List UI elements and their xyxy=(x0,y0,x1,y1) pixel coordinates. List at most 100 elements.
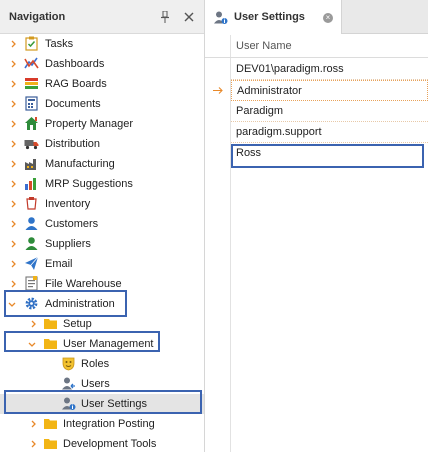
nav-item-manufacturing[interactable]: Manufacturing xyxy=(0,154,204,174)
user-settings-icon xyxy=(213,10,228,25)
nav-item-label: Development Tools xyxy=(63,438,157,450)
nav-item-dashboards[interactable]: Dashboards xyxy=(0,54,204,74)
navigation-tree: Tasks Dashboards RAG Boards Documents Pr… xyxy=(0,34,204,452)
nav-item-mrp-suggestions[interactable]: MRP Suggestions xyxy=(0,174,204,194)
nav-item-setup[interactable]: Setup xyxy=(0,314,204,334)
nav-item-users[interactable]: Users xyxy=(0,374,204,394)
dashboards-icon xyxy=(24,56,39,71)
nav-item-label: RAG Boards xyxy=(45,78,107,90)
file-warehouse-icon xyxy=(24,276,39,291)
table-row[interactable]: paradigm.support xyxy=(231,122,428,143)
chevron-right-icon[interactable] xyxy=(9,214,17,234)
chevron-right-icon[interactable] xyxy=(29,434,37,452)
nav-item-suppliers[interactable]: Suppliers xyxy=(0,234,204,254)
chevron-right-icon[interactable] xyxy=(29,414,37,434)
tasks-icon xyxy=(24,36,39,51)
user-name-cell[interactable]: Administrator xyxy=(237,81,302,101)
mrp-suggestions-icon xyxy=(24,176,39,191)
nav-item-label: Manufacturing xyxy=(45,158,115,170)
nav-item-user-settings[interactable]: User Settings xyxy=(0,394,204,414)
column-header-user-name[interactable]: User Name xyxy=(236,35,292,58)
manufacturing-icon xyxy=(24,156,39,171)
nav-item-inventory[interactable]: Inventory xyxy=(0,194,204,214)
tab-user-settings[interactable]: User Settings × xyxy=(205,0,342,34)
grid-header: User Name xyxy=(205,35,428,58)
inventory-icon xyxy=(24,196,39,211)
chevron-right-icon[interactable] xyxy=(9,254,17,274)
document-area: User Settings × User Name DEV01\paradigm… xyxy=(205,0,428,452)
rag-boards-icon xyxy=(24,76,39,91)
nav-item-documents[interactable]: Documents xyxy=(0,94,204,114)
user-settings-icon xyxy=(61,396,76,411)
distribution-icon xyxy=(24,136,39,151)
nav-item-email[interactable]: Email xyxy=(0,254,204,274)
nav-item-label: Roles xyxy=(81,358,110,370)
email-icon xyxy=(24,256,39,271)
nav-item-label: Inventory xyxy=(45,198,91,210)
chevron-right-icon[interactable] xyxy=(9,194,17,214)
chevron-right-icon[interactable] xyxy=(9,94,17,114)
nav-item-label: Users xyxy=(81,378,110,390)
nav-item-label: MRP Suggestions xyxy=(45,178,133,190)
nav-item-label: Property Manager xyxy=(45,118,134,130)
gear-icon xyxy=(24,296,39,311)
user-settings-grid: User Name DEV01\paradigm.ross Administra… xyxy=(205,35,428,452)
nav-item-label: Dashboards xyxy=(45,58,105,70)
nav-item-development-tools[interactable]: Development Tools xyxy=(0,434,204,452)
nav-item-label: Integration Posting xyxy=(63,418,155,430)
nav-item-file-warehouse[interactable]: File Warehouse xyxy=(0,274,204,294)
chevron-right-icon[interactable] xyxy=(9,234,17,254)
user-name-cell[interactable]: Paradigm xyxy=(236,101,283,121)
close-icon[interactable] xyxy=(180,8,198,26)
customers-icon xyxy=(24,216,39,231)
nav-item-label: Distribution xyxy=(45,138,101,150)
nav-item-property-manager[interactable]: Property Manager xyxy=(0,114,204,134)
close-tab-icon[interactable]: × xyxy=(323,13,333,23)
nav-item-user-management[interactable]: User Management xyxy=(0,334,204,354)
table-row[interactable]: Paradigm xyxy=(231,101,428,122)
nav-item-label: Customers xyxy=(45,218,99,230)
nav-item-label: Administration xyxy=(45,298,115,310)
chevron-right-icon[interactable] xyxy=(9,154,17,174)
user-name-cell[interactable]: Ross xyxy=(236,143,261,163)
chevron-right-icon[interactable] xyxy=(9,34,17,54)
chevron-right-icon[interactable] xyxy=(9,74,17,94)
nav-item-label: File Warehouse xyxy=(45,278,122,290)
folder-icon xyxy=(43,436,58,451)
folder-icon xyxy=(43,416,58,431)
nav-item-label: User Settings xyxy=(81,398,148,410)
nav-item-tasks[interactable]: Tasks xyxy=(0,34,204,54)
roles-icon xyxy=(61,356,76,371)
pin-icon[interactable] xyxy=(156,8,174,26)
nav-item-rag-boards[interactable]: RAG Boards xyxy=(0,74,204,94)
chevron-right-icon[interactable] xyxy=(9,134,17,154)
focused-row-arrow-icon xyxy=(213,80,223,100)
user-name-cell[interactable]: paradigm.support xyxy=(236,122,322,142)
nav-item-customers[interactable]: Customers xyxy=(0,214,204,234)
nav-item-label: User Management xyxy=(63,338,154,350)
tab-label: User Settings xyxy=(234,11,305,23)
user-name-cell[interactable]: DEV01\paradigm.ross xyxy=(236,59,344,79)
nav-item-label: Setup xyxy=(63,318,92,330)
nav-item-distribution[interactable]: Distribution xyxy=(0,134,204,154)
nav-item-integration-posting[interactable]: Integration Posting xyxy=(0,414,204,434)
nav-item-administration[interactable]: Administration xyxy=(0,294,204,314)
nav-item-label: Documents xyxy=(45,98,101,110)
chevron-right-icon[interactable] xyxy=(9,274,17,294)
tab-strip: User Settings × xyxy=(205,0,428,34)
chevron-right-icon[interactable] xyxy=(9,54,17,74)
documents-icon xyxy=(24,96,39,111)
table-row[interactable]: DEV01\paradigm.ross xyxy=(231,59,428,80)
folder-icon xyxy=(43,316,58,331)
chevron-down-icon[interactable] xyxy=(8,294,16,314)
table-row[interactable]: Administrator xyxy=(231,80,428,101)
chevron-right-icon[interactable] xyxy=(9,114,17,134)
table-row[interactable]: Ross xyxy=(231,143,428,164)
chevron-right-icon[interactable] xyxy=(29,314,37,334)
nav-item-roles[interactable]: Roles xyxy=(0,354,204,374)
navigation-pane: Navigation Tasks Dashboards RAG Boards D… xyxy=(0,0,205,452)
navigation-header: Navigation xyxy=(0,0,204,34)
chevron-down-icon[interactable] xyxy=(28,334,36,354)
nav-item-label: Suppliers xyxy=(45,238,91,250)
chevron-right-icon[interactable] xyxy=(9,174,17,194)
